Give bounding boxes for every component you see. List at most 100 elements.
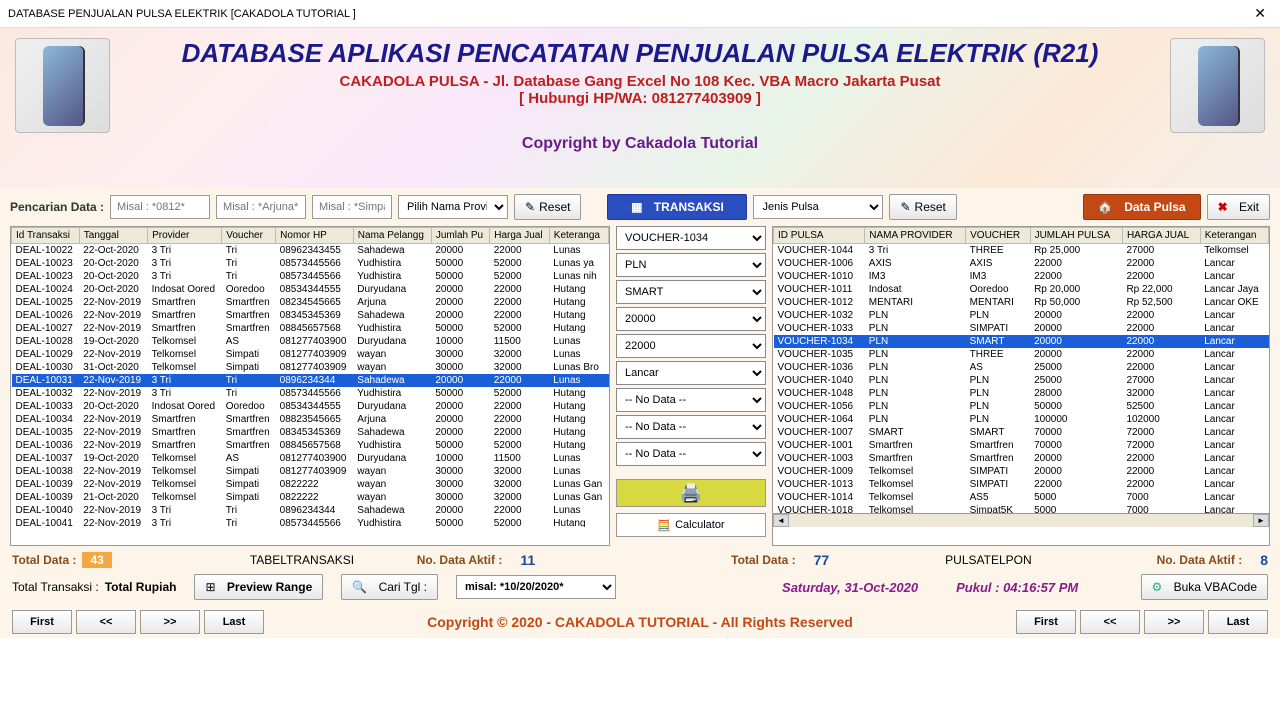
- table-row[interactable]: VOUCHER-1064PLNPLN100000102000Lancar: [774, 413, 1269, 426]
- column-header[interactable]: Jumlah Pu: [431, 228, 489, 244]
- table-row[interactable]: DEAL-1002722-Nov-2019SmartfrenSmartfren0…: [12, 322, 609, 335]
- table-row[interactable]: VOUCHER-1007SMARTSMART7000072000Lancar: [774, 426, 1269, 439]
- vba-code-button[interactable]: ⚙ Buka VBACode: [1141, 574, 1269, 600]
- column-header[interactable]: Keterangan: [1200, 228, 1268, 244]
- next-button-right[interactable]: >>: [1144, 610, 1204, 634]
- column-header[interactable]: Keteranga: [549, 228, 608, 244]
- pulsa-table[interactable]: ID PULSANAMA PROVIDERVOUCHERJUMLAH PULSA…: [772, 226, 1270, 546]
- search-date-button[interactable]: 🔍 Cari Tgl :: [341, 574, 438, 600]
- table-row[interactable]: DEAL-1003320-Oct-2020Indosat OoredOoredo…: [12, 400, 609, 413]
- search-name-input[interactable]: [216, 195, 306, 219]
- form-combo-1[interactable]: PLN: [616, 253, 766, 277]
- table-row[interactable]: VOUCHER-1003SmartfrenSmartfren2000022000…: [774, 452, 1269, 465]
- table-row[interactable]: VOUCHER-1010IM3IM32200022000Lancar: [774, 270, 1269, 283]
- form-combo-8[interactable]: -- No Data --: [616, 442, 766, 466]
- table-row[interactable]: VOUCHER-1040PLNPLN2500027000Lancar: [774, 374, 1269, 387]
- table-row[interactable]: VOUCHER-1033PLNSIMPATI2000022000Lancar: [774, 322, 1269, 335]
- search-label: Pencarian Data :: [10, 200, 104, 214]
- table-row[interactable]: VOUCHER-1056PLNPLN5000052500Lancar: [774, 400, 1269, 413]
- column-header[interactable]: NAMA PROVIDER: [865, 228, 966, 244]
- form-combo-4[interactable]: 22000: [616, 334, 766, 358]
- table-row[interactable]: DEAL-1003031-Oct-2020TelkomselSimpati081…: [12, 361, 609, 374]
- column-header[interactable]: Voucher: [222, 228, 276, 244]
- form-combo-5[interactable]: Lancar: [616, 361, 766, 385]
- column-header[interactable]: Harga Jual: [490, 228, 550, 244]
- first-button-right[interactable]: First: [1016, 610, 1076, 634]
- next-button-left[interactable]: >>: [140, 610, 200, 634]
- footer-copyright: Copyright © 2020 - CAKADOLA TUTORIAL - A…: [270, 614, 1010, 630]
- horizontal-scrollbar[interactable]: [773, 513, 1269, 527]
- table-row[interactable]: DEAL-1003921-Oct-2020TelkomselSimpati082…: [12, 491, 609, 504]
- table-row[interactable]: DEAL-1003522-Nov-2019SmartfrenSmartfren0…: [12, 426, 609, 439]
- table-row[interactable]: VOUCHER-1011IndosatOoredooRp 20,000Rp 22…: [774, 283, 1269, 296]
- last-button-left[interactable]: Last: [204, 610, 264, 634]
- print-button[interactable]: 🖨️: [616, 479, 766, 507]
- column-header[interactable]: Id Transaksi: [12, 228, 80, 244]
- form-combo-6[interactable]: -- No Data --: [616, 388, 766, 412]
- table-row[interactable]: VOUCHER-1032PLNPLN2000022000Lancar: [774, 309, 1269, 322]
- aktif-left-value: 11: [520, 552, 535, 568]
- eraser-icon: ✎: [900, 200, 910, 214]
- table-row[interactable]: VOUCHER-1048PLNPLN2800032000Lancar: [774, 387, 1269, 400]
- table-row[interactable]: DEAL-1003222-Nov-20193 TriTri08573445566…: [12, 387, 609, 400]
- exit-button[interactable]: ✖ Exit: [1207, 194, 1270, 220]
- table-row[interactable]: DEAL-1002622-Nov-2019SmartfrenSmartfren0…: [12, 309, 609, 322]
- search-hp-input[interactable]: [110, 195, 210, 219]
- table-row[interactable]: DEAL-1003922-Nov-2019TelkomselSimpati082…: [12, 478, 609, 491]
- table-row[interactable]: VOUCHER-1036PLNAS2500022000Lancar: [774, 361, 1269, 374]
- table-row[interactable]: DEAL-1004122-Nov-20193 TriTri08573445566…: [12, 517, 609, 527]
- last-button-right[interactable]: Last: [1208, 610, 1268, 634]
- table-row[interactable]: DEAL-1003719-Oct-2020TelkomselAS08127740…: [12, 452, 609, 465]
- table-row[interactable]: VOUCHER-1006AXISAXIS2200022000Lancar: [774, 257, 1269, 270]
- current-date: Saturday, 31-Oct-2020: [782, 580, 918, 595]
- search-voucher-input[interactable]: [312, 195, 392, 219]
- transaksi-button[interactable]: ▦ TRANSAKSI: [607, 194, 747, 220]
- column-header[interactable]: Tanggal: [79, 228, 147, 244]
- column-header[interactable]: Nama Pelangg: [353, 228, 431, 244]
- column-header[interactable]: JUMLAH PULSA: [1030, 228, 1122, 244]
- table-row[interactable]: DEAL-1002420-Oct-2020Indosat OoredOoredo…: [12, 283, 609, 296]
- transactions-table[interactable]: Id TransaksiTanggalProviderVoucherNomor …: [10, 226, 610, 546]
- preview-range-button[interactable]: ⊞ Preview Range: [194, 574, 323, 600]
- date-filter-select[interactable]: misal: *10/20/2020*: [456, 575, 616, 599]
- table-row[interactable]: DEAL-1003822-Nov-2019TelkomselSimpati081…: [12, 465, 609, 478]
- table-row[interactable]: DEAL-1002320-Oct-20203 TriTri08573445566…: [12, 257, 609, 270]
- table-row[interactable]: VOUCHER-1035PLNTHREE2000022000Lancar: [774, 348, 1269, 361]
- table-row[interactable]: VOUCHER-1018TelkomselSimpat5K50007000Lan…: [774, 504, 1269, 513]
- form-combo-2[interactable]: SMART: [616, 280, 766, 304]
- table-row[interactable]: DEAL-1002222-Oct-20203 TriTri08962343455…: [12, 244, 609, 258]
- close-icon[interactable]: ✕: [1248, 3, 1272, 24]
- table-row[interactable]: DEAL-1002819-Oct-2020TelkomselAS08127740…: [12, 335, 609, 348]
- jenis-pulsa-select[interactable]: Jenis Pulsa: [753, 195, 883, 219]
- column-header[interactable]: Nomor HP: [276, 228, 354, 244]
- table-row[interactable]: VOUCHER-1013TelkomselSIMPATI2200022000La…: [774, 478, 1269, 491]
- column-header[interactable]: ID PULSA: [774, 228, 865, 244]
- table-row[interactable]: VOUCHER-1034PLNSMART2000022000Lancar: [774, 335, 1269, 348]
- column-header[interactable]: Provider: [148, 228, 222, 244]
- table-row[interactable]: VOUCHER-1012MENTARIMENTARIRp 50,000Rp 52…: [774, 296, 1269, 309]
- prev-button-left[interactable]: <<: [76, 610, 136, 634]
- table-row[interactable]: DEAL-1003622-Nov-2019SmartfrenSmartfren0…: [12, 439, 609, 452]
- table-row[interactable]: VOUCHER-10443 TriTHREERp 25,00027000Telk…: [774, 244, 1269, 258]
- table-row[interactable]: VOUCHER-1009TelkomselSIMPATI2000022000La…: [774, 465, 1269, 478]
- reset-button-right[interactable]: ✎Reset: [889, 194, 956, 220]
- form-combo-7[interactable]: -- No Data --: [616, 415, 766, 439]
- table-row[interactable]: DEAL-1003122-Nov-20193 TriTri0896234344S…: [12, 374, 609, 387]
- form-combo-0[interactable]: VOUCHER-1034: [616, 226, 766, 250]
- table-row[interactable]: VOUCHER-1014TelkomselAS550007000Lancar: [774, 491, 1269, 504]
- first-button-left[interactable]: First: [12, 610, 72, 634]
- column-header[interactable]: HARGA JUAL: [1122, 228, 1200, 244]
- table-row[interactable]: DEAL-1003422-Nov-2019SmartfrenSmartfren0…: [12, 413, 609, 426]
- reset-button-left[interactable]: ✎Reset: [514, 194, 581, 220]
- calculator-button[interactable]: 🧮Calculator: [616, 513, 766, 537]
- form-combo-3[interactable]: 20000: [616, 307, 766, 331]
- provider-select[interactable]: Pilih Nama Provider: [398, 195, 508, 219]
- prev-button-right[interactable]: <<: [1080, 610, 1140, 634]
- table-row[interactable]: VOUCHER-1001SmartfrenSmartfren7000072000…: [774, 439, 1269, 452]
- table-row[interactable]: DEAL-1002522-Nov-2019SmartfrenSmartfren0…: [12, 296, 609, 309]
- data-pulsa-button[interactable]: 🏠 Data Pulsa: [1083, 194, 1201, 220]
- table-row[interactable]: DEAL-1004022-Nov-20193 TriTri0896234344S…: [12, 504, 609, 517]
- column-header[interactable]: VOUCHER: [966, 228, 1030, 244]
- table-row[interactable]: DEAL-1002320-Oct-20203 TriTri08573445566…: [12, 270, 609, 283]
- table-row[interactable]: DEAL-1002922-Nov-2019TelkomselSimpati081…: [12, 348, 609, 361]
